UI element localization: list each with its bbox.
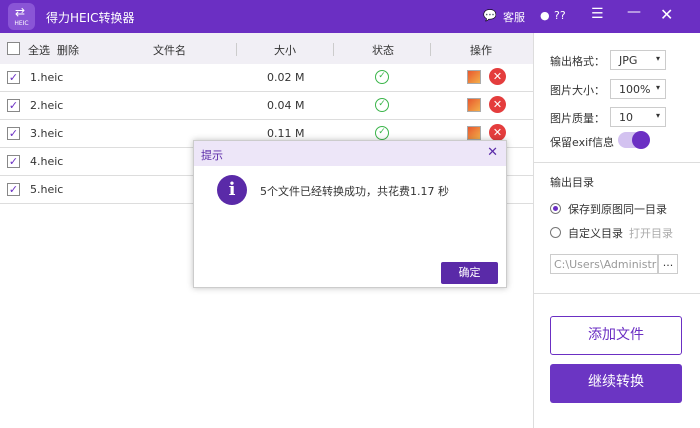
quality-label: 图片质量： bbox=[550, 112, 605, 125]
app-logo: HEIC bbox=[8, 3, 35, 30]
select-all-label[interactable]: 全选 bbox=[28, 42, 50, 58]
size-label: 图片大小： bbox=[550, 84, 605, 97]
exif-toggle[interactable] bbox=[618, 131, 650, 149]
success-icon: ✓ bbox=[375, 70, 389, 84]
same-dir-label[interactable]: 保存到原图同一目录 bbox=[568, 201, 667, 217]
add-file-button[interactable]: 添加文件 bbox=[550, 316, 682, 355]
table-row[interactable]: ✓ 1.heic 0.02 M ✓ ✕ bbox=[0, 64, 533, 92]
row-checkbox[interactable]: ✓ bbox=[7, 99, 20, 112]
user-icon[interactable]: ● bbox=[540, 9, 550, 22]
app-title: 得力HEIC转换器 bbox=[46, 11, 135, 25]
preview-icon[interactable] bbox=[467, 126, 481, 140]
path-input[interactable]: C:\Users\Administra bbox=[550, 254, 658, 274]
close-icon[interactable]: ✕ bbox=[660, 5, 673, 24]
minimize-icon[interactable]: — bbox=[627, 4, 641, 20]
info-icon: i bbox=[217, 175, 247, 205]
remove-icon[interactable]: ✕ bbox=[489, 68, 506, 85]
file-name: 3.heic bbox=[30, 127, 64, 140]
dialog-ok-button[interactable]: 确定 bbox=[441, 262, 498, 284]
col-size: 大小 bbox=[274, 44, 296, 57]
row-checkbox[interactable]: ✓ bbox=[7, 127, 20, 140]
remove-icon[interactable]: ✕ bbox=[489, 124, 506, 141]
open-dir-link[interactable]: 打开目录 bbox=[629, 225, 673, 241]
remove-icon[interactable]: ✕ bbox=[489, 96, 506, 113]
user-name[interactable]: ?? bbox=[554, 9, 566, 22]
table-row[interactable]: ✓ 2.heic 0.04 M ✓ ✕ bbox=[0, 92, 533, 120]
info-dialog: 提示 ✕ i 5个文件已经转换成功，共花费1.17 秒 确定 bbox=[193, 140, 507, 288]
success-icon: ✓ bbox=[375, 98, 389, 112]
size-select[interactable]: 100% bbox=[610, 79, 666, 99]
menu-icon[interactable]: ☰ bbox=[591, 6, 604, 22]
file-size: 0.04 M bbox=[267, 99, 305, 112]
file-name: 1.heic bbox=[30, 71, 64, 84]
file-name: 5.heic bbox=[30, 183, 64, 196]
title-bar: HEIC 得力HEIC转换器 💬 客服 ● ?? ☰ — ✕ bbox=[0, 0, 700, 33]
row-checkbox[interactable]: ✓ bbox=[7, 71, 20, 84]
file-name: 4.heic bbox=[30, 155, 64, 168]
preview-icon[interactable] bbox=[467, 70, 481, 84]
custom-dir-label[interactable]: 自定义目录 bbox=[568, 225, 623, 241]
chat-icon[interactable]: 💬 bbox=[483, 9, 497, 22]
col-status: 状态 bbox=[372, 44, 394, 57]
service-link[interactable]: 客服 bbox=[503, 9, 525, 25]
dialog-close-icon[interactable]: ✕ bbox=[487, 145, 498, 160]
row-checkbox[interactable]: ✓ bbox=[7, 183, 20, 196]
file-size: 0.02 M bbox=[267, 71, 305, 84]
output-dir-title: 输出目录 bbox=[550, 176, 594, 189]
radio-same-dir[interactable] bbox=[550, 203, 561, 214]
row-checkbox[interactable]: ✓ bbox=[7, 155, 20, 168]
format-label: 输出格式： bbox=[550, 55, 605, 68]
file-name: 2.heic bbox=[30, 99, 64, 112]
col-actions: 操作 bbox=[470, 44, 492, 57]
browse-button[interactable]: ... bbox=[658, 254, 678, 274]
radio-custom-dir[interactable] bbox=[550, 227, 561, 238]
dialog-message: 5个文件已经转换成功，共花费1.17 秒 bbox=[260, 185, 449, 198]
file-size: 0.11 M bbox=[267, 127, 305, 140]
col-filename: 文件名 bbox=[153, 44, 186, 57]
format-select[interactable]: JPG bbox=[610, 50, 666, 70]
continue-convert-button[interactable]: 继续转换 bbox=[550, 364, 682, 403]
success-icon: ✓ bbox=[375, 126, 389, 140]
preview-icon[interactable] bbox=[467, 98, 481, 112]
exif-label: 保留exif信息 bbox=[550, 136, 615, 149]
quality-select[interactable]: 10 bbox=[610, 107, 666, 127]
dialog-title: 提示 bbox=[201, 149, 223, 162]
settings-panel: 输出格式： JPG 图片大小： 100% 图片质量： 10 保留exif信息 输… bbox=[533, 33, 700, 428]
select-all-checkbox[interactable] bbox=[7, 42, 20, 55]
delete-button[interactable]: 删除 bbox=[57, 42, 79, 58]
table-header: 全选 删除 文件名 大小 状态 操作 bbox=[0, 33, 533, 64]
